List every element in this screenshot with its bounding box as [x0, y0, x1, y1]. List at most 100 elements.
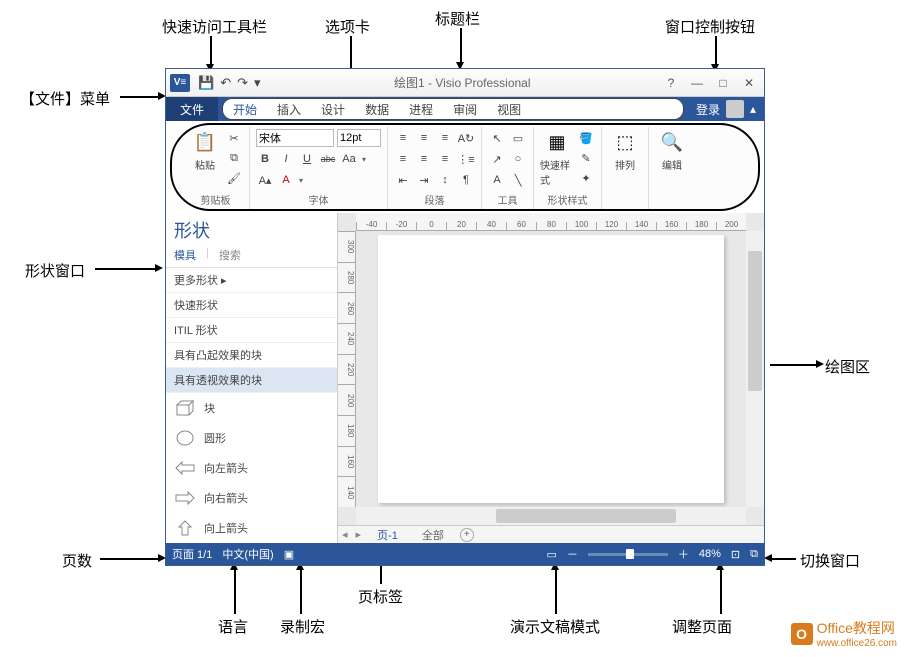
- zoom-percent[interactable]: 48%: [699, 548, 721, 560]
- tab-review[interactable]: 审阅: [443, 99, 487, 119]
- format-painter-icon[interactable]: 🖌: [225, 169, 243, 187]
- line-spacing-icon[interactable]: ↕: [436, 171, 454, 189]
- ellipse-tool-icon[interactable]: ○: [509, 150, 527, 168]
- file-tab[interactable]: 文件: [166, 97, 218, 121]
- cat-itil-shapes[interactable]: ITIL 形状: [166, 318, 337, 343]
- shape-arrow-right[interactable]: 向右箭头: [166, 483, 337, 513]
- language-indicator[interactable]: 中文(中国): [222, 546, 273, 562]
- page-prev-icon[interactable]: ◂: [342, 528, 348, 541]
- redo-icon[interactable]: ↷: [237, 75, 248, 91]
- effects-icon[interactable]: ✦: [577, 169, 595, 187]
- shape-label: 向上箭头: [204, 520, 248, 536]
- tab-data[interactable]: 数据: [355, 99, 399, 119]
- stencil-tab[interactable]: 模具: [174, 247, 196, 263]
- bullets-icon[interactable]: ⋮≡: [457, 150, 475, 168]
- maximize-button[interactable]: □: [716, 76, 730, 90]
- watermark-line1: Office教程网: [817, 618, 897, 638]
- ann-titlebar: 标题栏: [435, 8, 480, 29]
- shape-arrow-up[interactable]: 向上箭头: [166, 513, 337, 543]
- group-paragraph: ≡ ≡ ≡ A↻ ≡ ≡ ≡ ⋮≡ ⇤ ⇥ ↕ ¶ 段落: [388, 127, 482, 209]
- switch-window-icon[interactable]: ⧉: [750, 548, 758, 561]
- edit-button[interactable]: 🔍 编辑: [655, 129, 689, 172]
- align-middle-icon[interactable]: ≡: [415, 129, 433, 147]
- paragraph-marks-icon[interactable]: ¶: [457, 171, 475, 189]
- font-grow-icon[interactable]: A▴: [256, 171, 274, 189]
- scroll-thumb[interactable]: [748, 251, 762, 391]
- arrow-left-icon: [174, 459, 196, 477]
- page-tab-1[interactable]: 页-1: [369, 527, 406, 543]
- tab-design[interactable]: 设计: [311, 99, 355, 119]
- shape-circle[interactable]: 圆形: [166, 423, 337, 453]
- copy-icon[interactable]: ⧉: [225, 149, 243, 167]
- arrange-button[interactable]: ⬚ 排列: [608, 129, 642, 172]
- cube-icon: [174, 399, 196, 417]
- zoom-in-icon[interactable]: ＋: [678, 546, 689, 562]
- add-page-button[interactable]: +: [460, 528, 474, 542]
- scrollbar-horizontal[interactable]: [356, 507, 746, 525]
- align-center-icon[interactable]: ≡: [415, 150, 433, 168]
- align-left-icon[interactable]: ≡: [394, 150, 412, 168]
- office-logo-icon: O: [791, 623, 813, 645]
- zoom-out-icon[interactable]: －: [567, 546, 578, 562]
- fontcolor-dropdown-icon[interactable]: ▾: [299, 176, 303, 185]
- save-icon[interactable]: 💾: [198, 75, 214, 91]
- ann-lang: 语言: [218, 616, 248, 637]
- tab-home[interactable]: 开始: [223, 99, 267, 119]
- fill-icon[interactable]: 🪣: [577, 129, 595, 147]
- scrollbar-vertical[interactable]: [746, 231, 764, 507]
- page-tab-all[interactable]: 全部: [414, 527, 452, 543]
- quickstyle-button[interactable]: ▦ 快速样式: [540, 129, 574, 187]
- connector-tool-icon[interactable]: ↗: [488, 150, 506, 168]
- align-top-icon[interactable]: ≡: [394, 129, 412, 147]
- scroll-thumb[interactable]: [496, 509, 676, 523]
- help-button[interactable]: ?: [664, 76, 678, 90]
- font-size-select[interactable]: [337, 129, 381, 147]
- paste-button[interactable]: 📋 粘贴: [188, 129, 222, 172]
- tab-insert[interactable]: 插入: [267, 99, 311, 119]
- drawing-canvas[interactable]: [356, 231, 746, 507]
- orientation-icon[interactable]: A↻: [457, 129, 475, 147]
- zoom-slider[interactable]: [588, 553, 668, 556]
- collapse-ribbon-icon[interactable]: ▴: [750, 102, 756, 116]
- indent-inc-icon[interactable]: ⇥: [415, 171, 433, 189]
- shape-arrow-left[interactable]: 向左箭头: [166, 453, 337, 483]
- rectangle-tool-icon[interactable]: ▭: [509, 129, 527, 147]
- fit-page-icon[interactable]: ⊡: [731, 548, 740, 561]
- cat-more-shapes[interactable]: 更多形状 ▸: [166, 268, 337, 293]
- indent-dec-icon[interactable]: ⇤: [394, 171, 412, 189]
- page-next-icon[interactable]: ▸: [356, 528, 362, 541]
- shape-block[interactable]: 块: [166, 393, 337, 423]
- underline-button[interactable]: U: [298, 150, 316, 168]
- font-color-button[interactable]: A: [277, 171, 295, 189]
- font-dropdown-icon[interactable]: ▾: [362, 155, 366, 164]
- bold-button[interactable]: B: [256, 150, 274, 168]
- cat-raised-blocks[interactable]: 具有凸起效果的块: [166, 343, 337, 368]
- line-color-icon[interactable]: ✎: [577, 149, 595, 167]
- macro-record-icon[interactable]: ▣: [284, 548, 294, 561]
- tab-process[interactable]: 进程: [399, 99, 443, 119]
- minimize-button[interactable]: —: [690, 76, 704, 90]
- cut-icon[interactable]: ✂: [225, 129, 243, 147]
- case-button[interactable]: Aa: [340, 150, 358, 168]
- login-area[interactable]: 登录 ▴: [688, 97, 764, 121]
- ann-winctrl: 窗口控制按钮: [665, 16, 755, 37]
- text-tool-icon[interactable]: A: [488, 171, 506, 189]
- font-name-select[interactable]: [256, 129, 334, 147]
- close-button[interactable]: ✕: [742, 76, 756, 90]
- align-right-icon[interactable]: ≡: [436, 150, 454, 168]
- find-icon: 🔍: [659, 129, 685, 155]
- pointer-tool-icon[interactable]: ↖: [488, 129, 506, 147]
- ann-filemenu: 【文件】菜单: [20, 88, 110, 109]
- search-tab[interactable]: 搜索: [219, 247, 241, 263]
- tab-view[interactable]: 视图: [487, 99, 531, 119]
- line-tool-icon[interactable]: ╲: [509, 171, 527, 189]
- strike-button[interactable]: abc: [319, 150, 337, 168]
- cat-quick-shapes[interactable]: 快速形状: [166, 293, 337, 318]
- align-bottom-icon[interactable]: ≡: [436, 129, 454, 147]
- italic-button[interactable]: I: [277, 150, 295, 168]
- undo-icon[interactable]: ↶: [220, 75, 231, 91]
- zoom-thumb[interactable]: [626, 549, 634, 559]
- presentation-mode-icon[interactable]: ▭: [546, 548, 556, 561]
- cat-perspective-blocks[interactable]: 具有透视效果的块: [166, 368, 337, 393]
- drawing-page[interactable]: [378, 235, 724, 503]
